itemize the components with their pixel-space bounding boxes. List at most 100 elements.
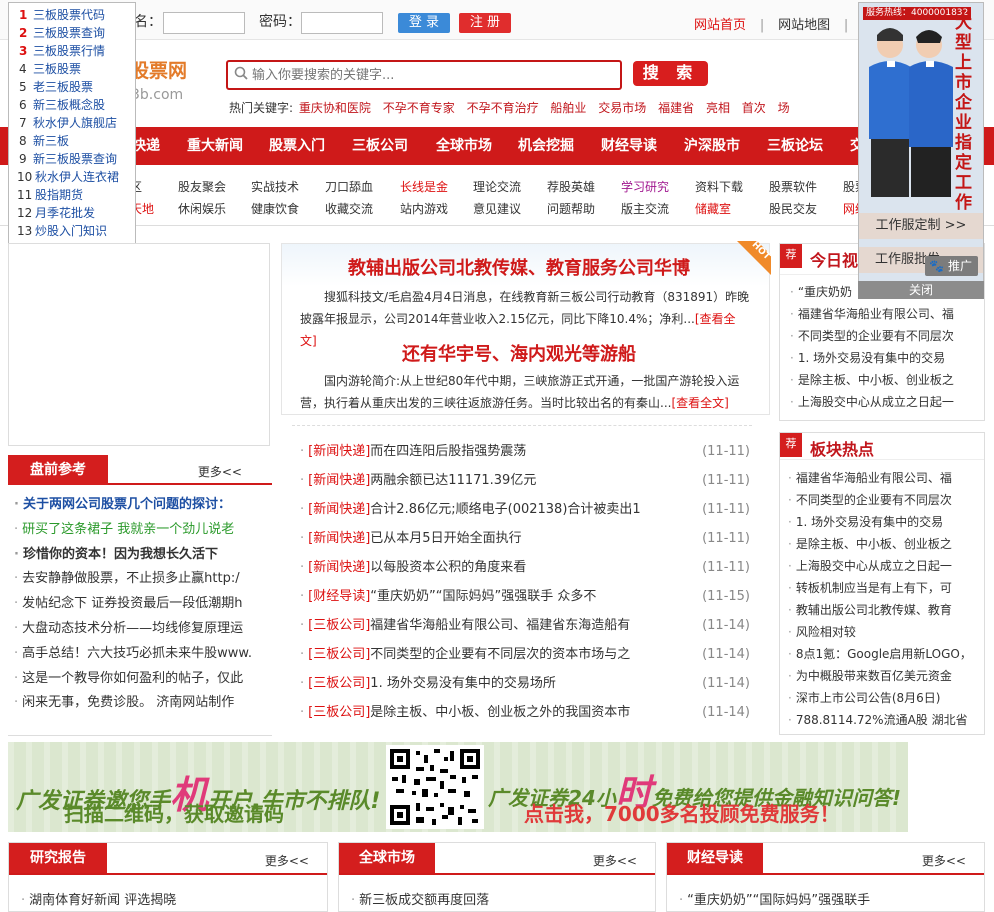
- list-item[interactable]: · 新三板成交额再度回落: [351, 889, 489, 908]
- nav-item[interactable]: 机会挖掘: [518, 127, 574, 165]
- list-item[interactable]: · 为中概股带来数百亿美元资金: [788, 665, 982, 687]
- news-row[interactable]: · [三板公司]福建省华海船业有限公司、福建省东海造船有 (11-14): [300, 616, 750, 636]
- list-item[interactable]: 1 三板股票代码: [9, 6, 135, 24]
- news-row[interactable]: · [新闻快递]而在四连阳后股指强势震荡 (11-11): [300, 442, 750, 462]
- subnav-link[interactable]: 资料下载: [695, 178, 743, 195]
- hot-keyword[interactable]: 重庆协和医院: [299, 101, 371, 115]
- subnav-link[interactable]: 站内游戏: [400, 200, 448, 217]
- more-link[interactable]: 更多<<: [265, 852, 309, 869]
- list-item[interactable]: · 这是一个教导你如何盈利的帖子，仅此: [14, 667, 272, 692]
- search-input[interactable]: [252, 64, 612, 86]
- list-item[interactable]: · 珍惜你的资本！因为我想长久活下: [14, 543, 272, 568]
- register-button[interactable]: 注 册: [459, 13, 511, 33]
- news-row[interactable]: · [新闻快递]以每股资本公积的角度来看 (11-11): [300, 558, 750, 578]
- list-item[interactable]: · 教辅出版公司北教传媒、教育: [788, 599, 982, 621]
- list-item[interactable]: · 转板机制应当是有上有下，可: [788, 577, 982, 599]
- list-item[interactable]: · 深市上市公司公告(8月6日): [788, 687, 982, 709]
- list-item[interactable]: 9 新三板股票查询: [9, 150, 135, 168]
- search-button[interactable]: 搜 索: [633, 61, 708, 86]
- list-item[interactable]: · 是除主板、中小板、创业板之: [788, 533, 982, 555]
- subnav-link[interactable]: 收藏交流: [325, 200, 373, 217]
- nav-item[interactable]: 三板公司: [352, 127, 408, 165]
- subnav-link[interactable]: 理论交流: [473, 178, 521, 195]
- headline-title[interactable]: 还有华宇号、海内观光等游船: [282, 340, 756, 366]
- list-item[interactable]: · 1. 场外交易没有集中的交易: [788, 511, 982, 533]
- list-item[interactable]: · 研买了这条裙子 我就亲一个劲儿说老: [14, 518, 272, 543]
- ad-cta-button[interactable]: 工作服定制 >>: [859, 213, 983, 239]
- subnav-link[interactable]: 荐股英雄: [547, 178, 595, 195]
- home-link[interactable]: 网站首页: [694, 18, 746, 33]
- list-item[interactable]: · 788.8114.72%流通A股 湖北省: [788, 709, 982, 731]
- hot-keyword[interactable]: 不孕不育专家: [383, 101, 455, 115]
- list-item[interactable]: · 关于两网公司股票几个问题的探讨：: [14, 493, 272, 518]
- list-item[interactable]: · 8点1氪：Google启用新LOGO，: [788, 643, 982, 665]
- list-item[interactable]: 3 三板股票行情: [9, 42, 135, 60]
- subnav-link[interactable]: 健康饮食: [251, 200, 299, 217]
- list-item[interactable]: 6 新三板概念股: [9, 96, 135, 114]
- site-logo[interactable]: 股票网: [130, 56, 187, 83]
- nav-item[interactable]: 全球市场: [436, 127, 492, 165]
- nav-item[interactable]: 沪深股市: [684, 127, 740, 165]
- subnav-link[interactable]: 股友聚会: [178, 178, 226, 195]
- hot-keyword[interactable]: 不孕不育治疗: [467, 101, 539, 115]
- news-row[interactable]: · [财经导读]“重庆奶奶”“国际妈妈”强强联手 众多不 (11-15): [300, 587, 750, 607]
- list-item[interactable]: 7 秋水伊人旗舰店: [9, 114, 135, 132]
- list-item[interactable]: · 去安静静做股票，不止损多止赢http:/: [14, 567, 272, 592]
- password-input[interactable]: [301, 12, 383, 34]
- qr-code[interactable]: [386, 745, 484, 829]
- subnav-link[interactable]: 长线是金: [400, 178, 448, 195]
- more-link[interactable]: 更多<<: [198, 463, 242, 480]
- close-button[interactable]: 关闭: [858, 281, 984, 299]
- hot-keyword[interactable]: 首次: [742, 101, 766, 115]
- subnav-link[interactable]: 版主交流: [621, 200, 669, 217]
- nav-item[interactable]: 财经导读: [601, 127, 657, 165]
- list-item[interactable]: · “重庆奶奶”“国际妈妈”强强联手: [679, 889, 870, 908]
- ad-banner[interactable]: 广发证券邀您手机开户,牛市不排队! 扫描二维码，获取邀请码 广发证券24小时免费…: [8, 742, 908, 832]
- hot-keyword[interactable]: 福建省: [658, 101, 694, 115]
- subnav-link[interactable]: 问题帮助: [547, 200, 595, 217]
- list-item[interactable]: · 大盘动态技术分析——均线修复原理运: [14, 617, 272, 642]
- list-item[interactable]: · 闲来无事，免费诊股。 济南网站制作: [14, 691, 272, 716]
- list-item[interactable]: 13 炒股入门知识: [9, 222, 135, 240]
- list-item[interactable]: · 湖南体育好新闻 评选揭晓: [21, 889, 176, 908]
- list-item[interactable]: 11 股指期货: [9, 186, 135, 204]
- nav-item[interactable]: 快递: [132, 127, 160, 165]
- list-item[interactable]: · 1. 场外交易没有集中的交易: [790, 347, 980, 369]
- list-item[interactable]: 8 新三板: [9, 132, 135, 150]
- nav-item[interactable]: 三板论坛: [767, 127, 823, 165]
- news-row[interactable]: · [新闻快递]两融余额已达11171.39亿元 (11-11): [300, 471, 750, 491]
- headline-title[interactable]: 教辅出版公司北教传媒、教育服务公司华博: [282, 254, 756, 280]
- list-item[interactable]: 2 三板股票查询: [9, 24, 135, 42]
- subnav-link[interactable]: 股民交友: [769, 200, 817, 217]
- more-link[interactable]: 更多<<: [922, 852, 966, 869]
- list-item[interactable]: · 上海股交中心从成立之日起一: [790, 391, 980, 413]
- hot-keyword[interactable]: 交易市场: [598, 101, 646, 115]
- list-item[interactable]: · 不同类型的企业要有不同层次: [790, 325, 980, 347]
- nav-item[interactable]: 重大新闻: [187, 127, 243, 165]
- sitemap-link[interactable]: 网站地图: [778, 18, 830, 33]
- username-input[interactable]: [163, 12, 245, 34]
- list-item[interactable]: · 福建省华海船业有限公司、福: [788, 467, 982, 489]
- subnav-link[interactable]: 储藏室: [695, 200, 731, 217]
- hot-keyword[interactable]: 亮相: [706, 101, 730, 115]
- list-item[interactable]: · 是除主板、中小板、创业板之: [790, 369, 980, 391]
- news-row[interactable]: · [新闻快递]已从本月5日开始全面执行 (11-11): [300, 529, 750, 549]
- more-link[interactable]: 更多<<: [593, 852, 637, 869]
- list-item[interactable]: · 福建省华海船业有限公司、福: [790, 303, 980, 325]
- list-item[interactable]: · 不同类型的企业要有不同层次: [788, 489, 982, 511]
- hot-keyword[interactable]: 船舶业: [550, 101, 586, 115]
- login-button[interactable]: 登 录: [398, 13, 450, 33]
- list-item[interactable]: 5 老三板股票: [9, 78, 135, 96]
- list-item[interactable]: · 发帖纪念下 证券投资最后一段低潮期h: [14, 592, 272, 617]
- list-item[interactable]: 10 秋水伊人连衣裙: [9, 168, 135, 186]
- list-item[interactable]: · 高手总结！六大技巧必抓未来牛股www.: [14, 642, 272, 667]
- right-float-ad[interactable]: 服务热线：4000001832 大型上市企业指定工作 工作服定制 >> 工作服批…: [858, 2, 984, 282]
- news-row[interactable]: · [三板公司]不同类型的企业要有不同层次的资本市场与之 (11-14): [300, 645, 750, 665]
- hot-keyword[interactable]: 场: [778, 101, 790, 115]
- list-item[interactable]: · 上海股交中心从成立之日起一: [788, 555, 982, 577]
- subnav-link[interactable]: 刀口舔血: [325, 178, 373, 195]
- news-row[interactable]: · [三板公司]是除主板、中小板、创业板之外的我国资本市 (11-14): [300, 703, 750, 723]
- news-row[interactable]: · [新闻快递]合计2.86亿元;顺络电子(002138)合计被卖出1 (11-11…: [300, 500, 750, 520]
- promo-badge[interactable]: 🐾推广: [925, 256, 978, 276]
- nav-item[interactable]: 股票入门: [269, 127, 325, 165]
